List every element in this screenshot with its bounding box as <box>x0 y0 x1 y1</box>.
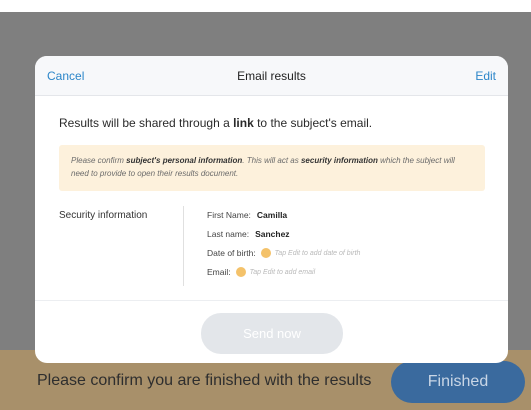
modal-header: Cancel Email results Edit <box>35 56 508 96</box>
finished-button[interactable]: Finished <box>391 361 525 403</box>
intro-text-end: to the subject's email. <box>253 116 373 130</box>
modal-title: Email results <box>237 69 306 83</box>
email-row: Email: Tap Edit to add email <box>207 267 315 277</box>
first-name-label: First Name: <box>207 210 251 220</box>
security-divider <box>183 206 184 286</box>
first-name-value: Camilla <box>256 210 288 220</box>
last-name-row: Last name: Sanchez <box>207 229 290 239</box>
date-of-birth-row: Date of birth: Tap Edit to add date of b… <box>207 248 360 258</box>
notice-bold-1: subject's personal information <box>126 156 243 165</box>
intro-text-start: Results will be shared through a <box>59 116 234 130</box>
edit-button[interactable]: Edit <box>475 69 496 83</box>
email-hint: Tap Edit to add email <box>249 268 316 276</box>
intro-link-word: link <box>233 116 254 130</box>
first-name-row: First Name: Camilla <box>207 210 287 220</box>
date-of-birth-hint: Tap Edit to add date of birth <box>274 249 361 257</box>
finish-prompt: Please confirm you are finished with the… <box>37 372 372 389</box>
send-now-button[interactable]: Send now <box>201 313 343 354</box>
top-strip <box>0 0 531 12</box>
notice-bold-2: security information <box>300 156 378 165</box>
email-results-modal: Cancel Email results Edit Results will b… <box>35 56 508 363</box>
security-info-label: Security information <box>59 210 148 221</box>
missing-info-icon <box>235 267 246 277</box>
confirm-notice: Please confirm subject's personal inform… <box>59 145 485 191</box>
notice-part-2: . This will act as <box>242 156 301 165</box>
date-of-birth-label: Date of birth: <box>207 248 256 258</box>
last-name-value: Sanchez <box>255 229 290 239</box>
footer-divider <box>35 300 508 301</box>
email-label: Email: <box>207 267 231 277</box>
last-name-label: Last name: <box>207 229 250 239</box>
notice-part-1: Please confirm <box>71 156 127 165</box>
intro-text: Results will be shared through a link to… <box>59 116 372 130</box>
missing-info-icon <box>260 248 271 258</box>
